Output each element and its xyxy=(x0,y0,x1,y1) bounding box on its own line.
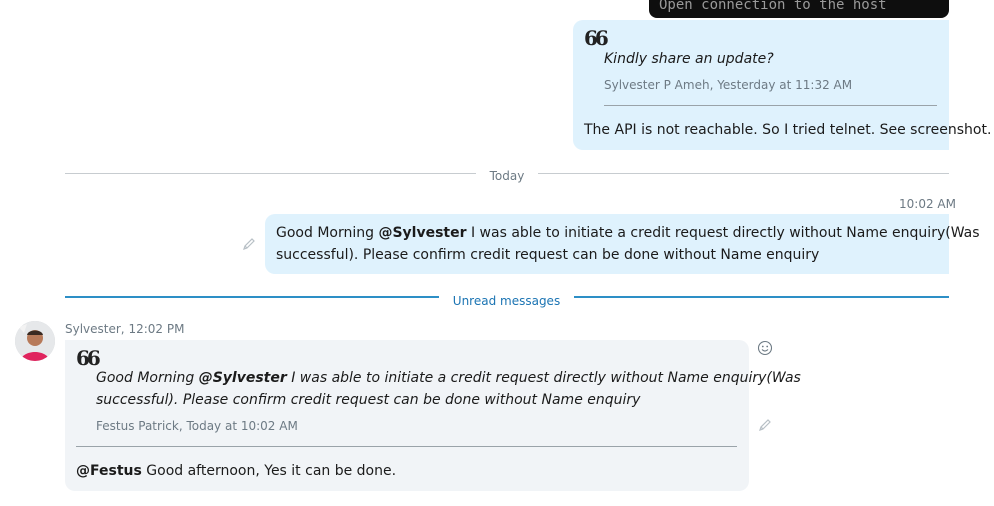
quote-icon: 66 xyxy=(584,26,609,50)
message-text: The API is not reachable. So I tried tel… xyxy=(584,122,992,138)
smiley-icon[interactable] xyxy=(757,340,773,356)
quote-divider xyxy=(604,105,937,106)
message-text-rest: Good afternoon, Yes it can be done. xyxy=(141,463,397,479)
quote-divider xyxy=(76,446,737,447)
sender-and-time: Sylvester, 12:02 PM xyxy=(65,322,185,336)
message-text-line1: I was able to initiate a credit request … xyxy=(466,225,980,241)
date-separator-label: Today xyxy=(475,169,539,183)
quoted-mention: @Sylvester xyxy=(198,370,287,386)
unread-separator-label: Unread messages xyxy=(438,294,575,308)
quoted-message-text: Good Morning @Sylvester I was able to in… xyxy=(96,367,801,389)
quoted-message-text: Kindly share an update? xyxy=(604,51,774,67)
outgoing-message-bubble[interactable]: 66 Kindly share an update? Sylvester P A… xyxy=(573,20,991,150)
quoted-message-meta: Festus Patrick, Today at 10:02 AM xyxy=(96,419,298,433)
mention[interactable]: @Festus xyxy=(76,463,142,479)
quoted-text-prefix: Good Morning xyxy=(96,370,199,386)
message-text: @Festus Good afternoon, Yes it can be do… xyxy=(76,460,396,482)
screenshot-image[interactable]: Open connection to the host xyxy=(649,0,949,18)
message-text-prefix: Good Morning xyxy=(276,225,379,241)
outgoing-message-bubble[interactable]: Good Morning @Sylvester I was able to in… xyxy=(265,214,980,274)
mention[interactable]: @Sylvester xyxy=(378,225,466,241)
date-separator: Today xyxy=(0,165,994,184)
avatar[interactable] xyxy=(15,321,55,361)
quoted-message-meta: Sylvester P Ameh, Yesterday at 11:32 AM xyxy=(604,78,853,92)
pencil-icon[interactable] xyxy=(757,417,773,433)
unread-separator: Unread messages xyxy=(0,290,994,309)
message-text: Good Morning @Sylvester I was able to in… xyxy=(276,222,980,244)
message-text-line2: successful). Please confirm credit reque… xyxy=(276,247,820,263)
screenshot-text: Open connection to the host xyxy=(659,0,887,13)
incoming-message-bubble[interactable]: 66 Good Morning @Sylvester I was able to… xyxy=(65,340,801,491)
quote-icon: 66 xyxy=(76,346,101,370)
message-timestamp: 10:02 AM xyxy=(899,197,956,211)
pencil-icon[interactable] xyxy=(241,236,257,252)
quoted-text-line1: I was able to initiate a credit request … xyxy=(286,370,801,386)
quoted-text-line2: successful). Please confirm credit reque… xyxy=(96,392,641,408)
